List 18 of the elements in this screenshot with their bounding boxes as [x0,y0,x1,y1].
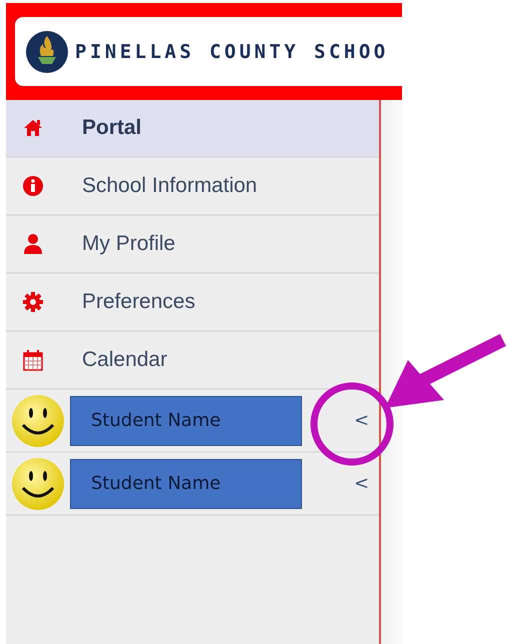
menu-item[interactable]: My Profile [6,216,379,274]
person-icon [22,233,44,255]
student-name[interactable]: Student Name [70,396,302,446]
smiley-icon [10,392,66,448]
info-icon [22,175,44,197]
menu-item[interactable]: Portal [6,100,379,158]
logo-text: PINELLAS COUNTY SCHOO [75,40,389,62]
menu-item[interactable]: School Information [6,158,379,216]
calendar-icon [22,349,44,371]
menu-item[interactable]: Preferences [6,274,379,332]
expand-chevron[interactable]: < [350,410,374,431]
student-name[interactable]: Student Name [70,458,302,508]
expand-chevron[interactable]: < [350,473,374,494]
torch-logo-icon [25,30,69,74]
gear-icon [22,291,44,313]
menu-item[interactable]: Calendar [6,332,379,390]
smiley-icon [10,456,66,512]
home-icon [22,117,44,139]
